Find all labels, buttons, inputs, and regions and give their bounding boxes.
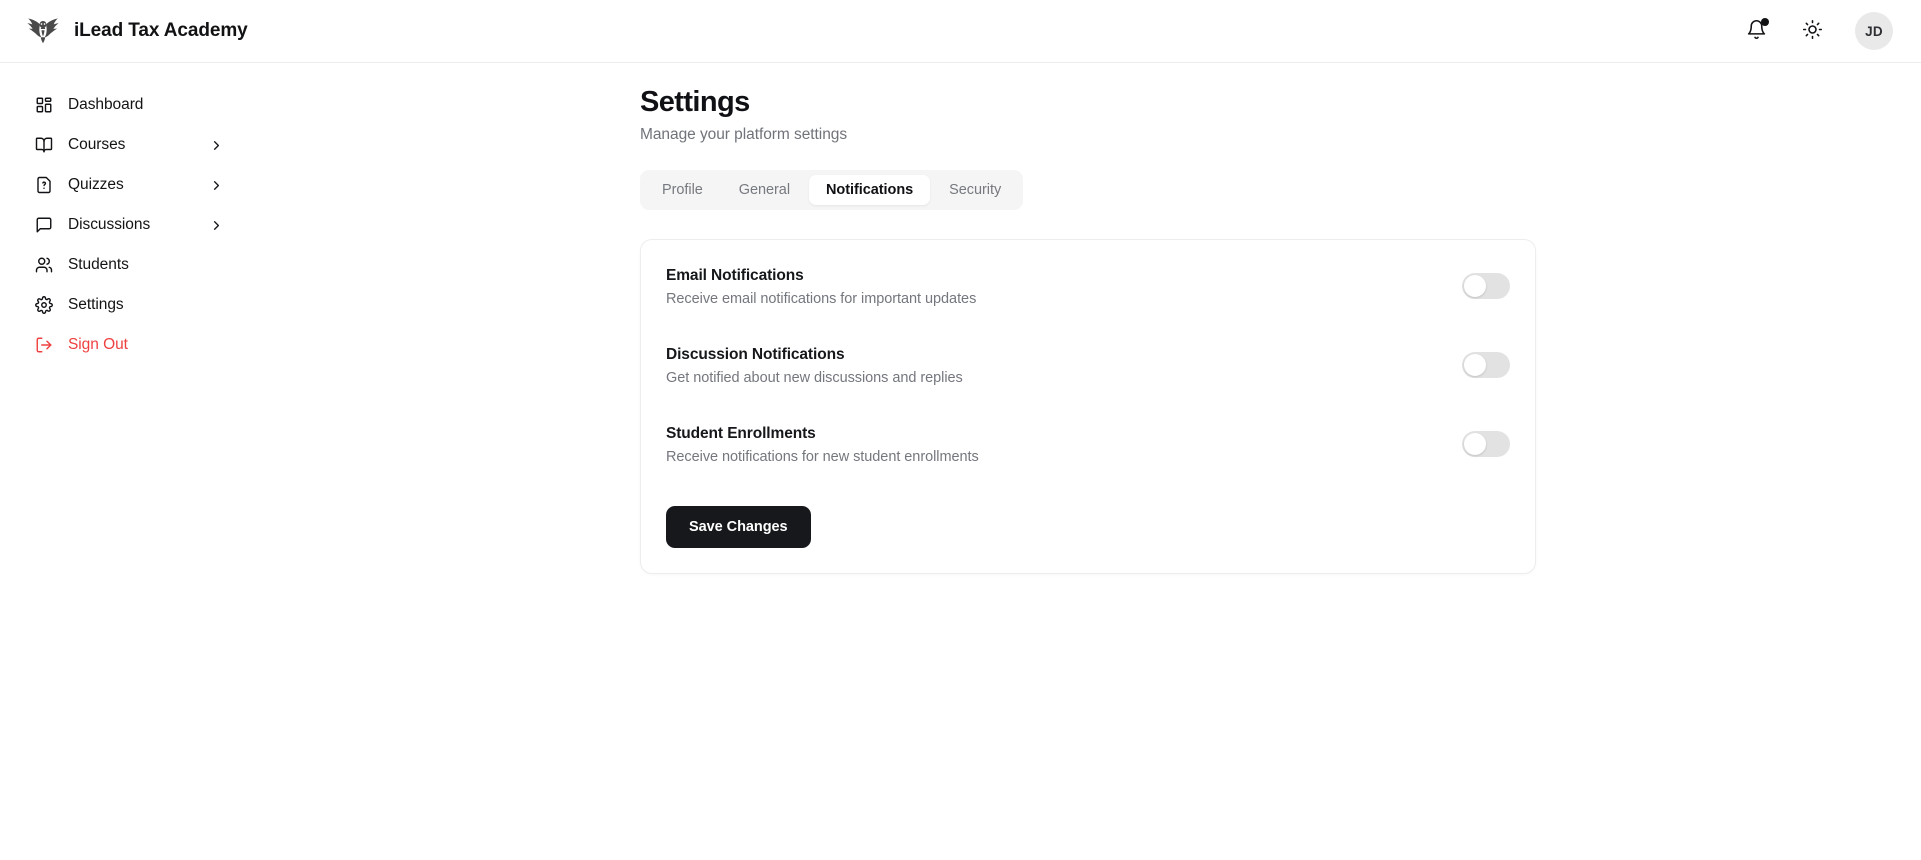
sun-icon <box>1802 19 1823 43</box>
tab-general[interactable]: General <box>722 175 807 205</box>
settings-tabs: Profile General Notifications Security <box>640 170 1024 211</box>
toggle-knob <box>1464 354 1486 377</box>
toggle-student-enrollments[interactable] <box>1462 431 1510 458</box>
book-icon <box>34 136 53 155</box>
sidebar-item-discussions[interactable]: Discussions <box>16 205 236 245</box>
brand-name: iLead Tax Academy <box>74 20 248 41</box>
file-question-icon <box>34 176 53 195</box>
sidebar-item-label: Courses <box>68 136 126 153</box>
sidebar-item-courses[interactable]: Courses <box>16 125 236 165</box>
grid-icon <box>34 96 53 115</box>
users-icon <box>34 256 53 275</box>
sidebar-item-students[interactable]: Students <box>16 245 236 285</box>
notifications-button[interactable] <box>1743 18 1769 44</box>
save-changes-button[interactable]: Save Changes <box>666 506 811 549</box>
notifications-settings-card: Email Notifications Receive email notifi… <box>640 239 1536 575</box>
log-out-icon <box>34 336 53 355</box>
sidebar-item-label: Discussions <box>68 216 151 233</box>
sidebar-item-label: Dashboard <box>68 96 144 113</box>
theme-toggle-button[interactable] <box>1799 18 1825 44</box>
page-subtitle: Manage your platform settings <box>640 126 848 144</box>
sidebar: Dashboard Courses Quizzes Discussions St… <box>0 63 252 860</box>
chevron-right-icon[interactable] <box>208 217 224 233</box>
brand[interactable]: iLead Tax Academy <box>22 14 248 48</box>
main-content: Settings Manage your platform settings P… <box>252 63 1921 860</box>
setting-texts: Student Enrollments Receive notification… <box>666 425 979 465</box>
setting-description: Receive email notifications for importan… <box>666 291 977 308</box>
setting-description: Get notified about new discussions and r… <box>666 370 963 387</box>
setting-title: Discussion Notifications <box>666 346 845 364</box>
sidebar-item-label: Settings <box>68 296 124 313</box>
tab-profile[interactable]: Profile <box>645 175 720 205</box>
setting-row-discussion-notifications: Discussion Notifications Get notified ab… <box>666 346 1510 392</box>
settings-page: iLead Tax Academy JD Dashboard Courses Q… <box>0 0 1921 860</box>
sidebar-item-quizzes[interactable]: Quizzes <box>16 165 236 205</box>
sidebar-item-label: Sign Out <box>68 336 128 353</box>
setting-title: Email Notifications <box>666 267 804 285</box>
message-square-icon <box>34 216 53 235</box>
chevron-right-icon[interactable] <box>208 137 224 153</box>
setting-texts: Email Notifications Receive email notifi… <box>666 267 976 307</box>
gear-icon <box>34 296 53 315</box>
top-bar: iLead Tax Academy JD <box>0 0 1921 63</box>
toggle-discussion-notifications[interactable] <box>1462 352 1510 379</box>
top-bar-actions: JD <box>1743 12 1899 50</box>
toggle-knob <box>1464 433 1486 456</box>
tab-notifications[interactable]: Notifications <box>809 175 931 206</box>
avatar[interactable]: JD <box>1855 12 1893 50</box>
setting-row-email-notifications: Email Notifications Receive email notifi… <box>666 267 1510 313</box>
sidebar-item-sign-out[interactable]: Sign Out <box>16 325 236 365</box>
setting-texts: Discussion Notifications Get notified ab… <box>666 346 963 386</box>
setting-description: Receive notifications for new student en… <box>666 449 979 466</box>
notification-badge-dot <box>1761 18 1769 26</box>
toggle-knob <box>1464 275 1486 298</box>
sidebar-item-label: Quizzes <box>68 176 124 193</box>
avatar-initials: JD <box>1865 23 1883 39</box>
setting-title: Student Enrollments <box>666 425 816 443</box>
sidebar-item-label: Students <box>68 256 129 273</box>
tab-security[interactable]: Security <box>932 175 1018 205</box>
setting-row-student-enrollments: Student Enrollments Receive notification… <box>666 425 1510 471</box>
chevron-right-icon[interactable] <box>208 177 224 193</box>
eagle-logo-icon <box>24 14 62 48</box>
page-header: Settings Manage your platform settings <box>252 63 1921 144</box>
page-title: Settings <box>640 86 750 118</box>
sidebar-item-dashboard[interactable]: Dashboard <box>16 85 236 125</box>
sidebar-item-settings[interactable]: Settings <box>16 285 236 325</box>
toggle-email-notifications[interactable] <box>1462 273 1510 300</box>
